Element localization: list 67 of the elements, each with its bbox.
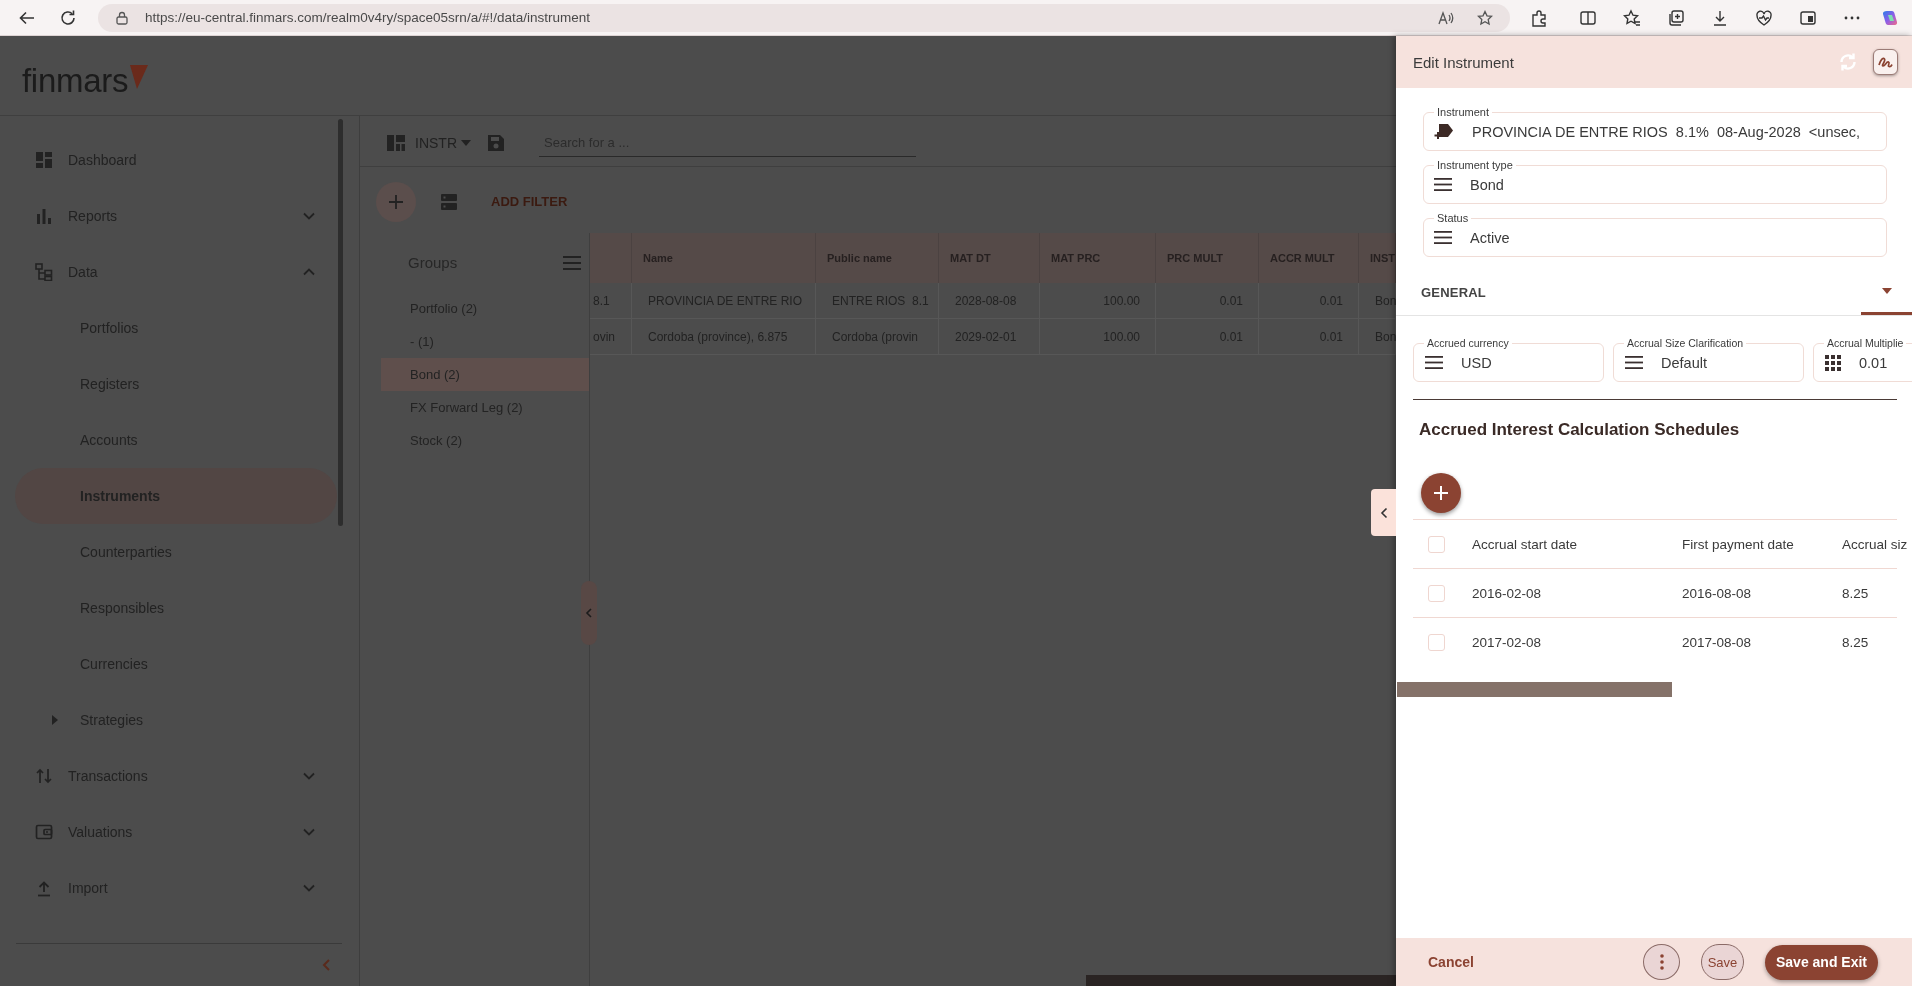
caret-down-icon: [1881, 288, 1892, 294]
collections-icon[interactable]: [1667, 8, 1685, 27]
column-header[interactable]: Accrual siz: [1842, 536, 1912, 552]
add-button[interactable]: [376, 181, 416, 222]
table-cell-text: 2016-08-08: [1682, 585, 1753, 601]
checkbox[interactable]: [1428, 633, 1445, 651]
list-icon: [1434, 231, 1452, 244]
more-vertical-icon: [1659, 954, 1664, 970]
table-cell-text: 2016-02-08: [1472, 585, 1543, 601]
squiggle-icon: [1878, 55, 1893, 69]
star-icon[interactable]: [1477, 9, 1493, 26]
favorites-icon[interactable]: [1623, 8, 1641, 27]
chevron-left-icon: [585, 608, 593, 618]
cancel-button[interactable]: Cancel: [1428, 954, 1474, 970]
triangle-icon: [130, 64, 149, 89]
download-icon[interactable]: [1711, 8, 1729, 27]
table-cell-text: 8.25: [1842, 585, 1870, 601]
section-tab[interactable]: GENERAL: [1421, 285, 1861, 300]
checkbox[interactable]: [1428, 584, 1445, 602]
table-cell-text: 2017-02-08: [1472, 634, 1543, 650]
add-filter-button[interactable]: ADD FILTER: [491, 194, 568, 209]
bar-chart-icon: [35, 207, 53, 225]
save-icon[interactable]: [487, 133, 505, 152]
save-button[interactable]: Save: [1701, 944, 1744, 980]
grid-icon: [1825, 354, 1841, 371]
plus-icon: [388, 193, 404, 210]
layout-icon[interactable]: [387, 134, 405, 151]
split-screen-icon[interactable]: [1579, 8, 1597, 27]
heart-icon[interactable]: [1755, 8, 1773, 27]
server-icon[interactable]: [440, 192, 458, 211]
hierarchy-icon: [35, 263, 53, 281]
collapse-panel-button[interactable]: [1371, 489, 1396, 536]
table-cell-text: 2017-08-08: [1682, 634, 1753, 650]
panel-title: Edit Instrument: [1413, 53, 1515, 71]
lock-icon[interactable]: [115, 10, 129, 25]
more-button[interactable]: [1643, 944, 1680, 980]
wallet-icon: [35, 823, 53, 841]
section-heading: Accrued Interest Calculation Schedules: [1419, 419, 1741, 441]
table-cell-text: 8.25: [1842, 634, 1870, 650]
tag-plus-icon: [1434, 123, 1454, 140]
column-header[interactable]: First payment date: [1682, 536, 1842, 552]
read-aloud-icon[interactable]: [1438, 9, 1454, 26]
up-down-arrows-icon: [35, 767, 53, 785]
menu-icon[interactable]: [563, 255, 581, 270]
list-icon: [1625, 356, 1643, 369]
sidebar-scrollbar[interactable]: [338, 119, 343, 526]
refresh-icon[interactable]: [59, 8, 77, 27]
list-icon: [1425, 356, 1443, 369]
extensions-icon[interactable]: [1530, 8, 1548, 27]
caret-right-icon[interactable]: [51, 715, 59, 725]
dashboard-icon: [35, 151, 53, 169]
plus-icon: [1433, 485, 1449, 501]
checkbox[interactable]: [1428, 535, 1445, 553]
chevron-left-icon: [320, 958, 332, 972]
caret-down-icon: [461, 139, 471, 146]
group-item[interactable]: Bond (2): [381, 358, 589, 391]
save-and-exit-button[interactable]: Save and Exit: [1765, 944, 1878, 980]
list-icon: [1434, 178, 1452, 191]
chevron-left-icon: [1379, 506, 1388, 519]
column-header[interactable]: Accrual start date: [1472, 536, 1682, 552]
upload-icon: [35, 879, 53, 897]
copilot-icon[interactable]: [1881, 8, 1899, 27]
app-window-icon[interactable]: [1799, 8, 1817, 27]
address-bar[interactable]: https://eu-central.finmars.com/realm0v4ry/space05srn/a/#!/data/instrument: [98, 3, 1510, 32]
add-schedule-button[interactable]: [1421, 473, 1461, 513]
scrollbar-thumb[interactable]: [1397, 682, 1672, 697]
signature-button[interactable]: [1873, 49, 1898, 75]
